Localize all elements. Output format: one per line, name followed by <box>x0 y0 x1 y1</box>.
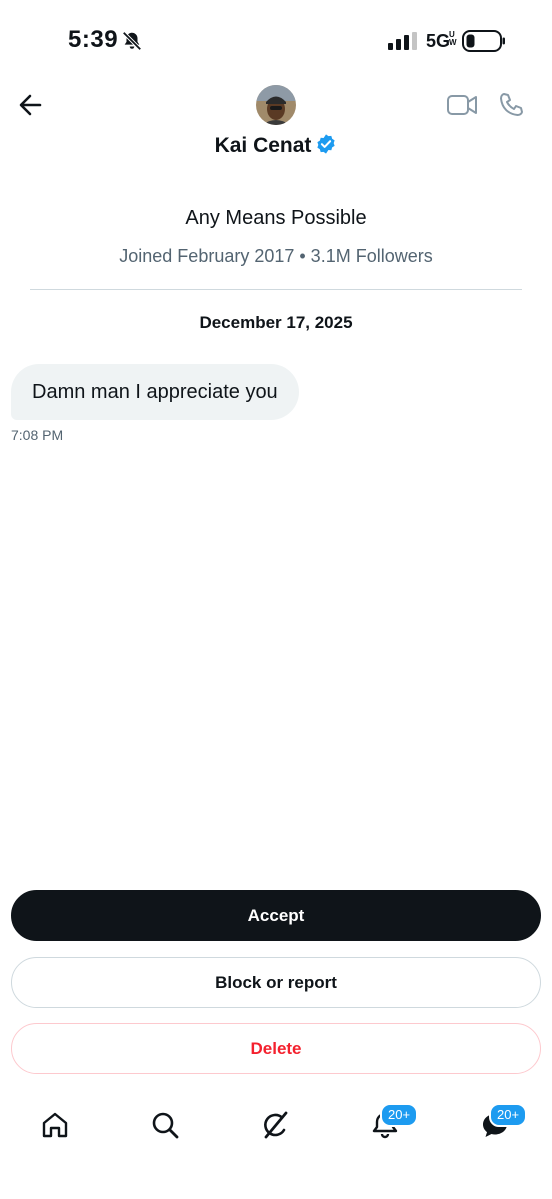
verified-badge-icon <box>317 134 336 154</box>
notifications-badge: 20+ <box>380 1103 419 1127</box>
cellular-signal-icon <box>388 32 417 50</box>
video-call-icon[interactable] <box>446 92 478 118</box>
divider <box>30 289 522 290</box>
avatar[interactable] <box>256 85 296 125</box>
date-separator: December 17, 2025 <box>199 313 353 332</box>
back-arrow-icon[interactable] <box>14 88 48 122</box>
block-or-report-button[interactable]: Block or report <box>11 957 541 1008</box>
battery-icon <box>462 30 505 52</box>
messages-badge: 20+ <box>489 1103 528 1127</box>
bell-off-icon <box>122 31 142 51</box>
contact-name: Kai Cenat <box>214 134 312 157</box>
delete-button[interactable]: Delete <box>11 1023 541 1074</box>
profile-meta: Joined February 2017 • 3.1M Followers <box>119 246 433 266</box>
message-timestamp: 7:08 PM <box>11 427 64 443</box>
header-name[interactable]: Kai Cenat <box>0 133 552 158</box>
message-bubble[interactable]: Damn man I appreciate you <box>11 364 299 420</box>
search-icon[interactable] <box>150 1110 180 1140</box>
network-type: 5G <box>426 31 451 51</box>
accept-button[interactable]: Accept <box>11 890 541 941</box>
phone-call-icon[interactable] <box>497 91 525 119</box>
status-time: 5:39 <box>68 26 119 53</box>
grok-icon[interactable] <box>260 1110 290 1140</box>
profile-bio: Any Means Possible <box>185 207 367 229</box>
network-type-suffix: UW <box>449 30 457 47</box>
home-icon[interactable] <box>40 1110 70 1140</box>
